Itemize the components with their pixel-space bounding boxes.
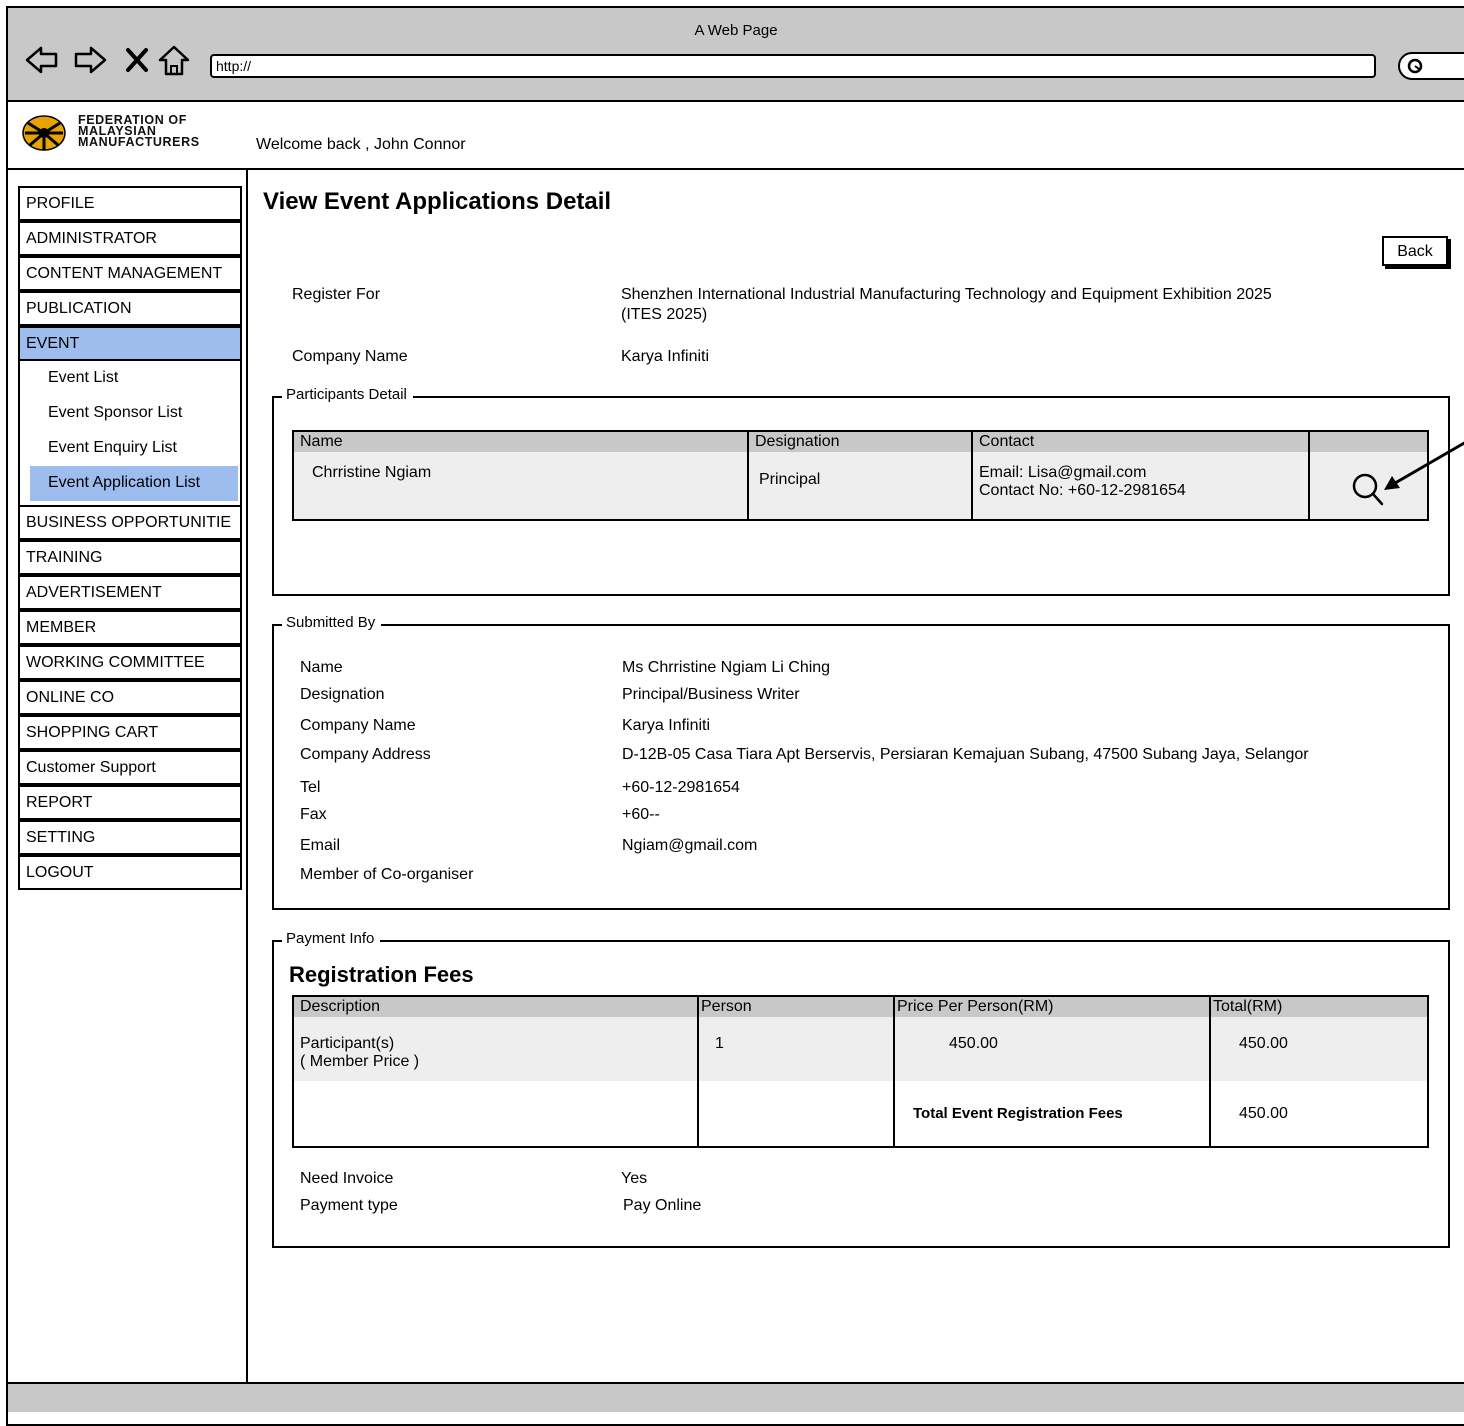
browser-frame — [6, 6, 1464, 1426]
